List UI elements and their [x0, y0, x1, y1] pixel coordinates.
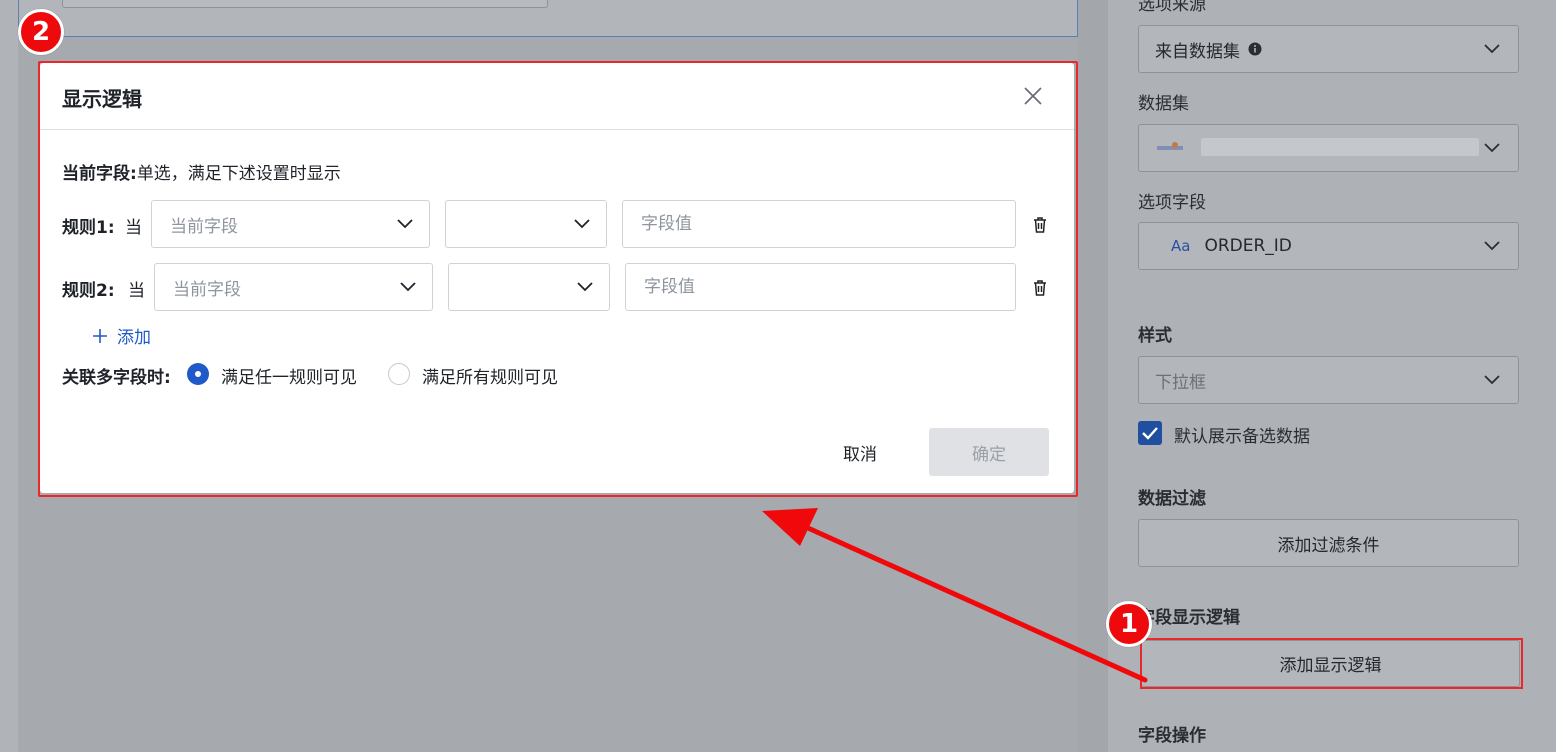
- data-filter-label: 数据过滤: [1138, 489, 1206, 509]
- field-actions-label: 字段操作: [1138, 726, 1206, 746]
- canvas-gutter: [1078, 0, 1108, 752]
- left-gutter: [0, 0, 18, 752]
- chevron-down-icon: [1484, 44, 1500, 54]
- annotation-badge-2: 2: [18, 9, 64, 55]
- dataset-label: 数据集: [1138, 94, 1189, 114]
- default-show-checkbox[interactable]: [1138, 421, 1162, 445]
- info-icon: [1248, 42, 1262, 56]
- check-icon: [1142, 427, 1158, 440]
- annotation-box-add-logic: [1140, 638, 1523, 689]
- dataset-logo-icon: [1157, 142, 1183, 150]
- chevron-down-icon: [1484, 143, 1500, 153]
- style-select[interactable]: 下拉框: [1138, 356, 1519, 404]
- option-source-value: 来自数据集: [1155, 41, 1240, 62]
- option-field-label: 选项字段: [1138, 193, 1206, 213]
- add-filter-button[interactable]: 添加过滤条件: [1138, 519, 1519, 567]
- redacted-dataset-name: [1201, 138, 1479, 156]
- chevron-down-icon: [1484, 241, 1500, 251]
- option-field-select[interactable]: Aa ORDER_ID: [1138, 222, 1519, 270]
- annotation-badge-1: 1: [1106, 601, 1152, 647]
- chevron-down-icon: [1484, 375, 1500, 385]
- style-value: 下拉框: [1155, 372, 1206, 393]
- text-type-icon: Aa: [1171, 237, 1191, 255]
- default-show-label: 默认展示备选数据: [1174, 427, 1310, 447]
- annotation-box-dialog: [38, 61, 1078, 497]
- option-source-label: 选项来源: [1138, 0, 1206, 15]
- style-label: 样式: [1138, 326, 1172, 346]
- dataset-select[interactable]: [1138, 124, 1519, 172]
- option-field-value: ORDER_ID: [1204, 236, 1292, 256]
- form-card-input: [62, 0, 548, 8]
- option-source-select[interactable]: 来自数据集: [1138, 25, 1519, 73]
- field-display-logic-label: 字段显示逻辑: [1138, 608, 1240, 628]
